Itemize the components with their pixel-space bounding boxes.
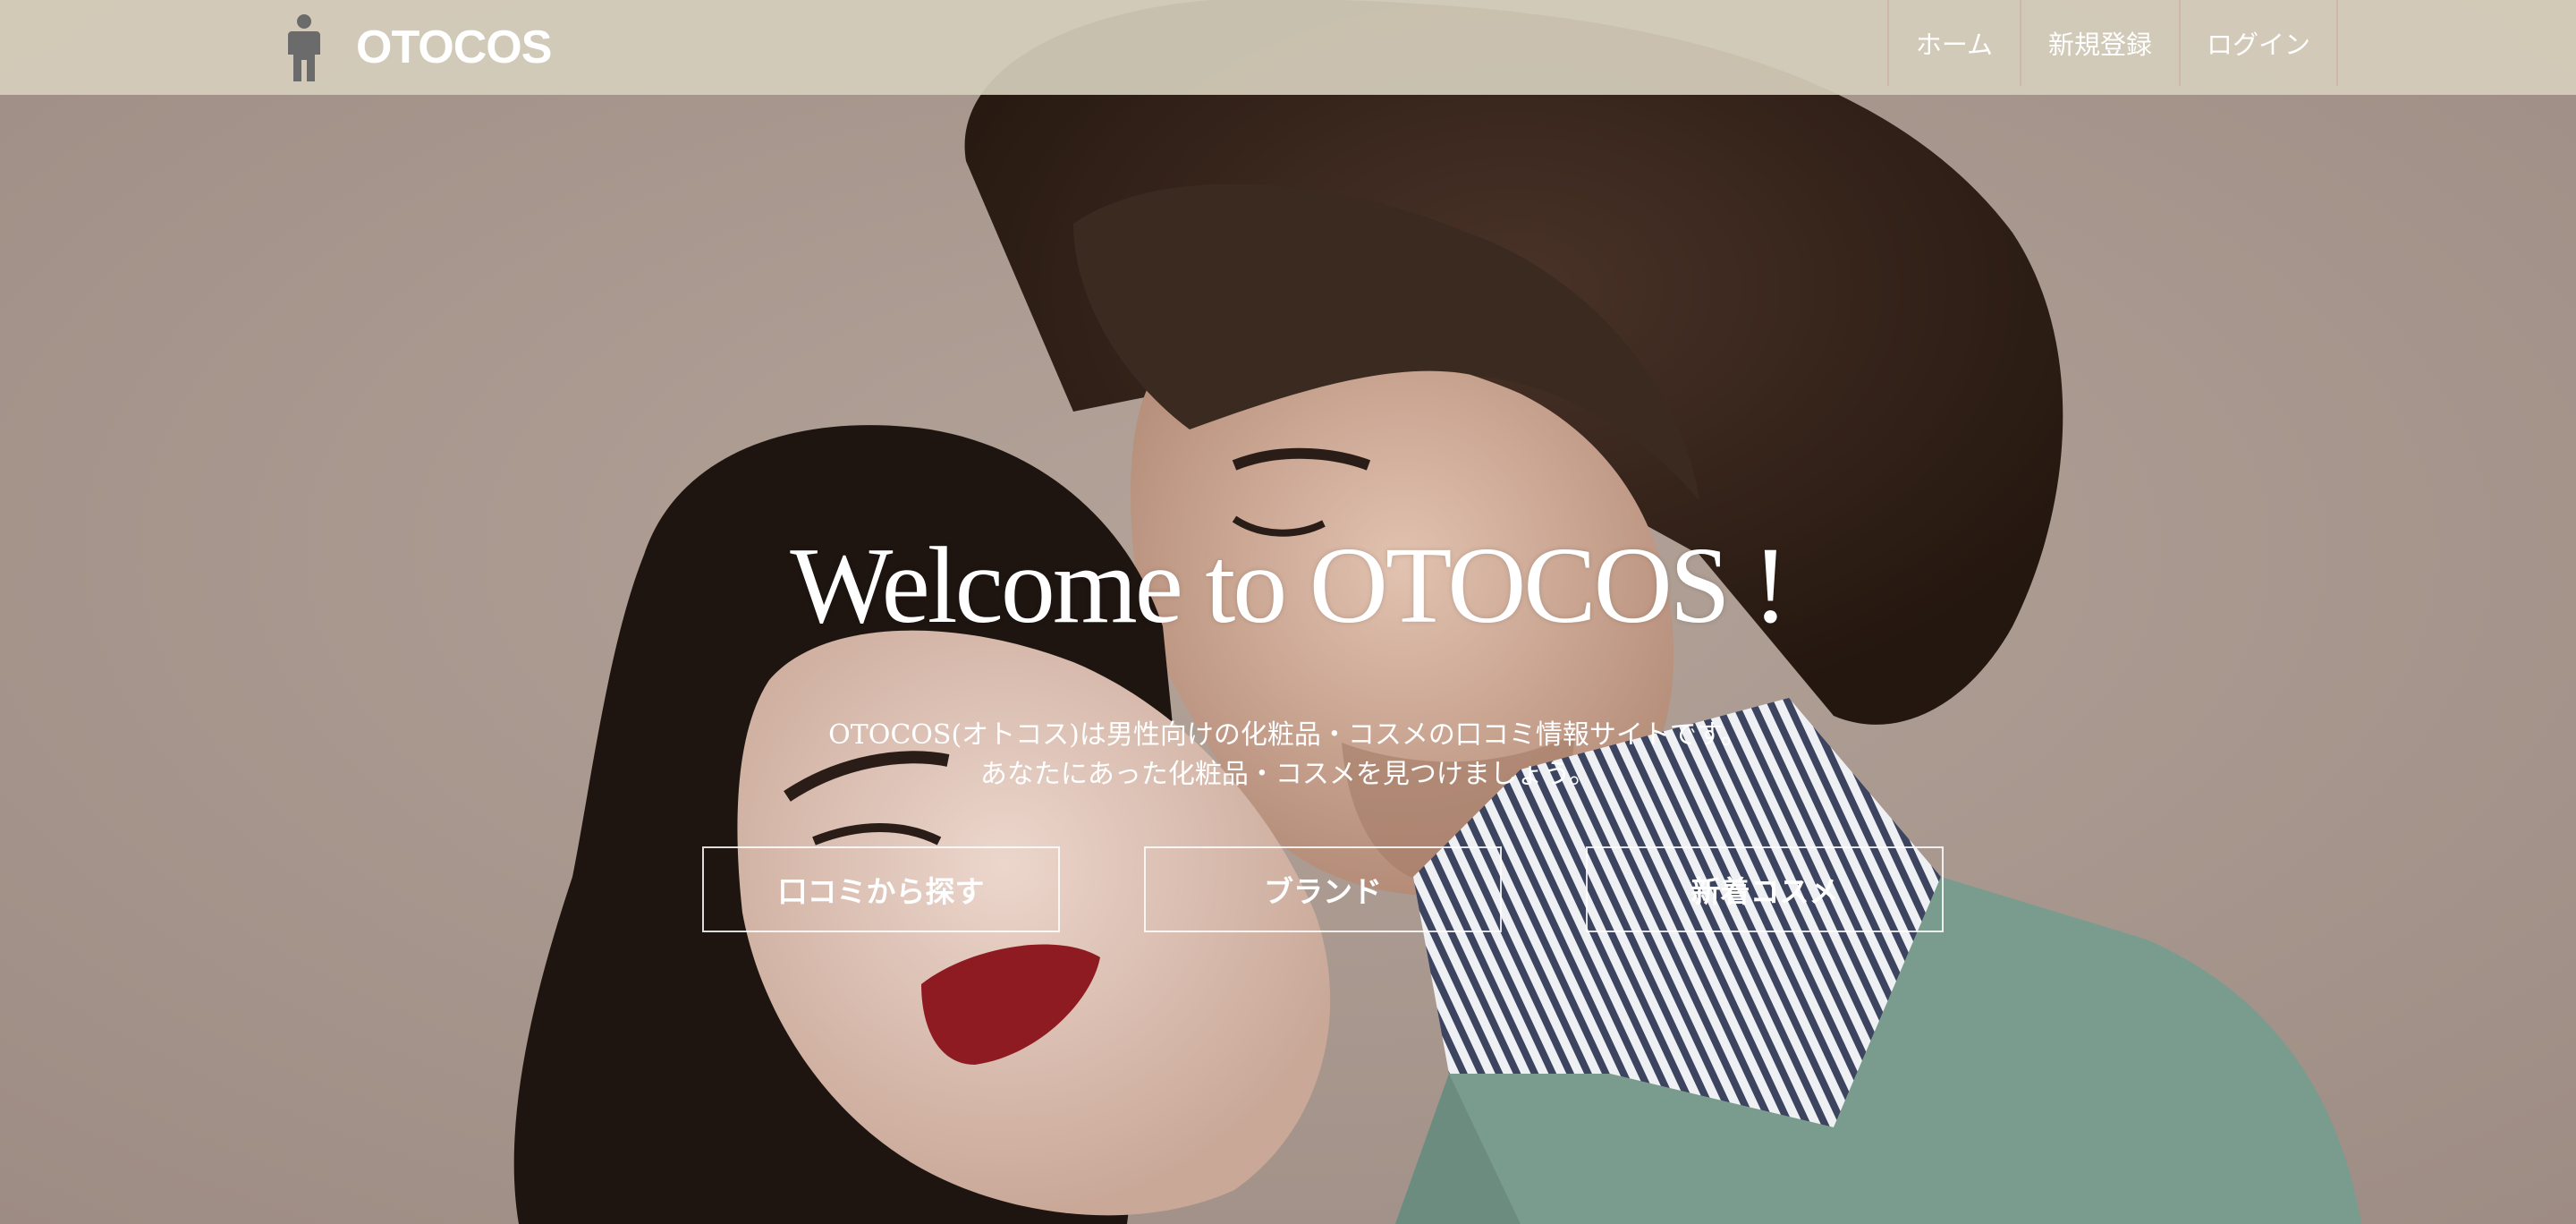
- search-by-reviews-button[interactable]: 口コミから探す: [702, 846, 1060, 932]
- page: OTOCOS ホーム 新規登録 ログイン Welcome to OTOCOS !…: [0, 0, 2576, 1224]
- hero-title: Welcome to OTOCOS !: [790, 525, 1789, 646]
- nav-link-login[interactable]: ログイン: [2181, 0, 2338, 86]
- nav-link-home[interactable]: ホーム: [1889, 0, 2021, 86]
- nav-menu: ホーム 新規登録 ログイン: [1887, 0, 2338, 86]
- brand-logo-link[interactable]: OTOCOS: [284, 0, 552, 95]
- nav-link-signup[interactable]: 新規登録: [2021, 0, 2181, 86]
- person-icon: [288, 14, 320, 81]
- brand-name: OTOCOS: [356, 21, 552, 73]
- brands-button[interactable]: ブランド: [1144, 846, 1502, 932]
- hero-description: OTOCOS(オトコス)は男性向けの化粧品・コスメの口コミ情報サイトです。 あな…: [0, 716, 2576, 795]
- navbar: OTOCOS ホーム 新規登録 ログイン: [0, 0, 2576, 95]
- hero-description-line-1: OTOCOS(オトコス)は男性向けの化粧品・コスメの口コミ情報サイトです。: [828, 719, 1748, 751]
- hero-description-line-2: あなたにあった化粧品・コスメを見つけましょう。: [979, 759, 1597, 790]
- new-cosmetics-button[interactable]: 新着コスメ: [1586, 846, 1944, 932]
